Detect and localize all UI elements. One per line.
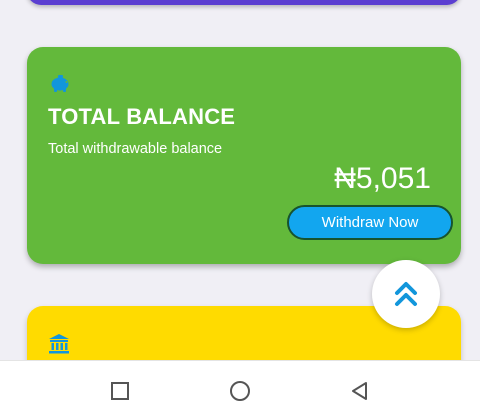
withdraw-now-button[interactable]: Withdraw Now bbox=[287, 205, 453, 240]
piggy-bank-icon bbox=[51, 75, 69, 92]
recents-button[interactable] bbox=[108, 379, 132, 403]
scroll-to-top-button[interactable] bbox=[372, 260, 440, 328]
square-icon bbox=[111, 382, 129, 400]
system-nav-bar bbox=[0, 360, 480, 416]
home-button[interactable] bbox=[228, 379, 252, 403]
circle-icon bbox=[230, 381, 250, 401]
balance-amount: ₦5,051 bbox=[334, 162, 431, 195]
triangle-back-icon bbox=[352, 382, 367, 400]
bank-icon bbox=[49, 334, 69, 354]
top-card[interactable] bbox=[27, 0, 461, 5]
back-button[interactable] bbox=[348, 379, 372, 403]
total-balance-card: TOTAL BALANCE Total withdrawable balance… bbox=[27, 47, 461, 264]
screen: TOTAL BALANCE Total withdrawable balance… bbox=[0, 0, 480, 416]
double-chevron-up-icon bbox=[395, 282, 417, 306]
balance-subtitle: Total withdrawable balance bbox=[48, 141, 223, 157]
balance-title: TOTAL BALANCE bbox=[48, 104, 236, 129]
